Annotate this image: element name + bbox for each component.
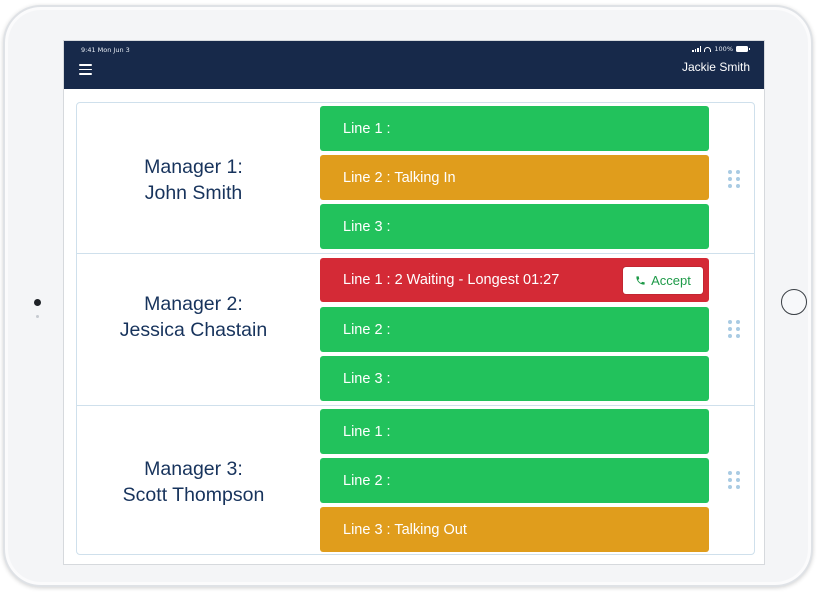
line-3-button[interactable]: Line 3 : bbox=[320, 204, 709, 249]
app-screen: 9:41 Mon Jun 3 100% Jackie Smith Manager… bbox=[63, 40, 765, 565]
manager-row: Manager 1: John Smith Line 1 : Line 2 : … bbox=[77, 103, 754, 253]
line-3-button[interactable]: Line 3 : bbox=[320, 356, 709, 401]
line-label: Line 2 : bbox=[343, 472, 391, 489]
hamburger-menu-icon[interactable] bbox=[79, 64, 92, 75]
managers-panel: Manager 1: John Smith Line 1 : Line 2 : … bbox=[76, 102, 755, 555]
manager-title: Manager 3: bbox=[144, 458, 243, 480]
line-2-button[interactable]: Line 2 : bbox=[320, 458, 709, 503]
manager-row: Manager 3: Scott Thompson Line 1 : Line … bbox=[77, 405, 754, 556]
accept-button[interactable]: Accept bbox=[623, 267, 703, 294]
line-label: Line 1 : bbox=[343, 423, 391, 440]
line-1-button[interactable]: Line 1 : 2 Waiting - Longest 01:27 Accep… bbox=[320, 258, 709, 302]
line-3-button[interactable]: Line 3 : Talking Out bbox=[320, 507, 709, 552]
drag-handle-icon[interactable] bbox=[728, 471, 740, 489]
accept-label: Accept bbox=[651, 273, 691, 288]
line-2-button[interactable]: Line 2 : bbox=[320, 307, 709, 352]
manager-title: Manager 2: bbox=[144, 293, 243, 315]
manager-person: John Smith bbox=[144, 182, 243, 204]
battery-percent: 100% bbox=[714, 45, 733, 53]
manager-name: Manager 3: Scott Thompson bbox=[77, 456, 310, 508]
line-label: Line 3 : bbox=[343, 218, 391, 235]
manager-row: Manager 2: Jessica Chastain Line 1 : 2 W… bbox=[77, 253, 754, 406]
manager-title: Manager 1: bbox=[144, 156, 243, 178]
line-label: Line 3 : bbox=[343, 370, 391, 387]
line-2-button[interactable]: Line 2 : Talking In bbox=[320, 155, 709, 200]
signal-icon bbox=[692, 46, 702, 52]
drag-handle-icon[interactable] bbox=[728, 170, 740, 188]
drag-handle-icon[interactable] bbox=[728, 320, 740, 338]
battery-icon bbox=[736, 46, 750, 52]
manager-person: Jessica Chastain bbox=[119, 319, 268, 341]
line-1-button[interactable]: Line 1 : bbox=[320, 106, 709, 151]
manager-name: Manager 2: Jessica Chastain bbox=[77, 291, 310, 343]
line-label: Line 2 : bbox=[343, 321, 391, 338]
phone-icon bbox=[636, 276, 645, 285]
tablet-frame: 9:41 Mon Jun 3 100% Jackie Smith Manager… bbox=[3, 5, 813, 587]
front-camera bbox=[34, 299, 41, 306]
line-label: Line 3 : Talking Out bbox=[343, 521, 467, 538]
wifi-icon bbox=[704, 46, 712, 52]
status-indicators: 100% bbox=[692, 45, 750, 53]
line-label: Line 2 : Talking In bbox=[343, 169, 456, 186]
camera-sensor bbox=[36, 315, 39, 318]
user-name: Jackie Smith bbox=[681, 60, 750, 74]
manager-person: Scott Thompson bbox=[122, 484, 265, 506]
line-1-button[interactable]: Line 1 : bbox=[320, 409, 709, 454]
status-time: 9:41 Mon Jun 3 bbox=[81, 46, 130, 54]
home-button[interactable] bbox=[781, 289, 807, 315]
line-label: Line 1 : bbox=[343, 120, 391, 137]
line-label: Line 1 : 2 Waiting - Longest 01:27 bbox=[343, 272, 560, 288]
top-bar: 9:41 Mon Jun 3 100% Jackie Smith bbox=[64, 41, 764, 89]
manager-name: Manager 1: John Smith bbox=[77, 154, 310, 206]
